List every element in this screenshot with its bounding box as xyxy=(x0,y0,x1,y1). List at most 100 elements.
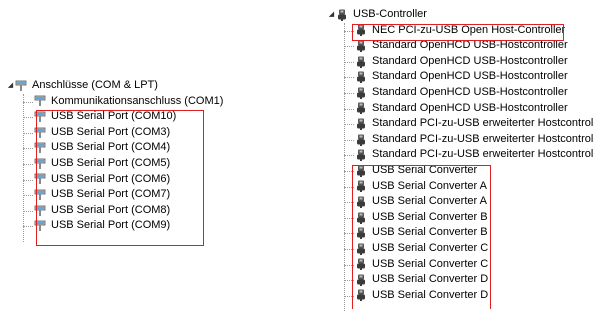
item-label: USB Serial Converter C xyxy=(372,241,489,254)
item-label: USB Serial Port (COM9) xyxy=(51,219,171,232)
item-label: USB Serial Port (COM5) xyxy=(51,156,171,169)
serial-port-icon xyxy=(34,111,46,122)
tree-branch xyxy=(344,124,354,126)
expand-arrow-icon[interactable]: ◢ xyxy=(327,7,336,23)
tree-item[interactable]: Standard OpenHCD USB-Hostcontroller xyxy=(327,38,593,54)
tree-item[interactable]: Standard PCI-zu-USB erweiterter Hostcont… xyxy=(327,147,593,163)
item-label: Standard OpenHCD USB-Hostcontroller xyxy=(372,39,568,52)
tree-item[interactable]: Kommunikationsanschluss (COM1) xyxy=(6,94,223,110)
tree-item[interactable]: USB Serial Port (COM8) xyxy=(6,203,223,219)
tree-item[interactable]: USB Serial Port (COM10) xyxy=(6,109,223,125)
usb-plug-icon xyxy=(357,87,365,99)
serial-port-icon xyxy=(34,189,46,200)
serial-port-icon xyxy=(34,205,46,216)
ports-tree: ◢ Anschlüsse (COM & LPT) Kommunikationsa… xyxy=(6,78,223,242)
item-label: USB Serial Converter D xyxy=(372,273,489,286)
item-label: USB Serial Port (COM4) xyxy=(51,141,171,154)
tree-item[interactable]: USB Serial Port (COM9) xyxy=(6,218,223,234)
usb-plug-icon xyxy=(357,165,365,177)
tree-item[interactable]: USB Serial Port (COM4) xyxy=(6,140,223,156)
item-label: Standard PCI-zu-USB erweiterter Hostcont… xyxy=(372,148,593,161)
tree-item[interactable]: USB Serial Port (COM7) xyxy=(6,187,223,203)
tree-branch xyxy=(23,117,33,119)
tree-item[interactable]: NEC PCI-zu-USB Open Host-Controller xyxy=(327,23,593,39)
item-label: Standard OpenHCD USB-Hostcontroller xyxy=(372,54,568,67)
tree-branch xyxy=(23,226,33,228)
item-label: Standard OpenHCD USB-Hostcontroller xyxy=(372,85,568,98)
tree-item[interactable]: USB Serial Converter D xyxy=(327,272,593,288)
tree-branch xyxy=(344,61,354,63)
tree-branch xyxy=(344,139,354,141)
tree-item[interactable]: Standard PCI-zu-USB erweiterter Hostcont… xyxy=(327,116,593,132)
tree-branch xyxy=(344,77,354,79)
tree-branch xyxy=(23,195,33,197)
tree-item[interactable]: Standard PCI-zu-USB erweiterter Hostcont… xyxy=(327,132,593,148)
tree-item[interactable]: USB Serial Converter A xyxy=(327,194,593,210)
item-label: Standard PCI-zu-USB erweiterter Hostcont… xyxy=(372,132,593,145)
tree-branch xyxy=(344,186,354,188)
item-label: Standard PCI-zu-USB erweiterter Hostcont… xyxy=(372,117,593,130)
item-label: USB Serial Port (COM3) xyxy=(51,125,171,138)
usb-plug-icon xyxy=(357,149,365,162)
tree-item[interactable]: Standard OpenHCD USB-Hostcontroller xyxy=(327,85,593,101)
tree-branch xyxy=(344,155,354,157)
tree-item[interactable]: Standard OpenHCD USB-Hostcontroller xyxy=(327,54,593,70)
usb-controller-tree: ◢ USB-Controller NEC PCI-zu-USB Open Hos… xyxy=(327,7,593,311)
item-label: USB Serial Port (COM7) xyxy=(51,188,171,201)
category-ports[interactable]: ◢ Anschlüsse (COM & LPT) xyxy=(6,78,223,94)
tree-branch xyxy=(23,132,33,134)
serial-port-icon xyxy=(15,80,27,91)
tree-branch xyxy=(344,108,354,110)
usb-plug-icon xyxy=(338,9,346,21)
tree-item[interactable]: USB Serial Port (COM3) xyxy=(6,125,223,141)
item-label: USB Serial Converter D xyxy=(372,288,489,301)
category-label: Anschlüsse (COM & LPT) xyxy=(32,79,158,91)
usb-plug-icon xyxy=(357,71,365,84)
item-label: USB Serial Converter A xyxy=(372,179,487,192)
item-label: USB Serial Port (COM8) xyxy=(51,203,171,216)
item-label: Kommunikationsanschluss (COM1) xyxy=(51,94,224,107)
expand-arrow-icon[interactable]: ◢ xyxy=(6,78,15,94)
usb-plug-icon xyxy=(357,212,365,224)
tree-item[interactable]: USB Serial Converter B xyxy=(327,225,593,241)
usb-plug-icon xyxy=(357,40,365,52)
tree-branch xyxy=(344,202,354,204)
serial-port-icon xyxy=(34,173,46,185)
item-label: Standard OpenHCD USB-Hostcontroller xyxy=(372,101,568,114)
serial-port-icon xyxy=(34,220,46,232)
tree-branch xyxy=(23,101,33,103)
tree-item[interactable]: USB Serial Port (COM5) xyxy=(6,156,223,172)
tree-branch xyxy=(23,179,33,181)
tree-branch xyxy=(23,210,33,212)
usb-plug-icon xyxy=(357,24,365,37)
usb-plug-icon xyxy=(357,180,365,193)
tree-item[interactable]: Standard OpenHCD USB-Hostcontroller xyxy=(327,69,593,85)
usb-plug-icon xyxy=(357,134,365,146)
tree-item[interactable]: Standard OpenHCD USB-Hostcontroller xyxy=(327,101,593,117)
usb-plug-icon xyxy=(357,56,365,68)
tree-branch xyxy=(23,163,33,165)
tree-item[interactable]: USB Serial Converter D xyxy=(327,288,593,304)
serial-port-icon xyxy=(34,142,46,154)
item-label: Standard OpenHCD USB-Hostcontroller xyxy=(372,70,568,83)
usb-controller-children: NEC PCI-zu-USB Open Host-Controller Stan… xyxy=(327,22,593,311)
usb-plug-icon xyxy=(357,258,365,271)
tree-branch xyxy=(344,264,354,266)
tree-item[interactable]: USB Serial Converter A xyxy=(327,179,593,195)
tree-item[interactable]: USB Serial Port (COM6) xyxy=(6,172,223,188)
item-label: USB Serial Converter B xyxy=(372,210,488,223)
tree-branch xyxy=(344,248,354,250)
item-label: USB Serial Converter C xyxy=(372,257,489,270)
serial-port-icon xyxy=(34,127,46,138)
tree-item[interactable]: USB Serial Converter xyxy=(327,163,593,179)
tree-item[interactable]: USB Serial Converter C xyxy=(327,257,593,273)
tree-item[interactable]: USB Serial Converter C xyxy=(327,241,593,257)
category-label: USB-Controller xyxy=(353,8,427,20)
category-usb-controller[interactable]: ◢ USB-Controller xyxy=(327,7,593,23)
tree-branch xyxy=(344,233,354,235)
tree-branch xyxy=(344,170,354,172)
usb-plug-icon xyxy=(357,102,365,115)
usb-plug-icon xyxy=(357,289,365,302)
tree-item[interactable]: USB Serial Converter B xyxy=(327,210,593,226)
tree-branch xyxy=(23,148,33,150)
